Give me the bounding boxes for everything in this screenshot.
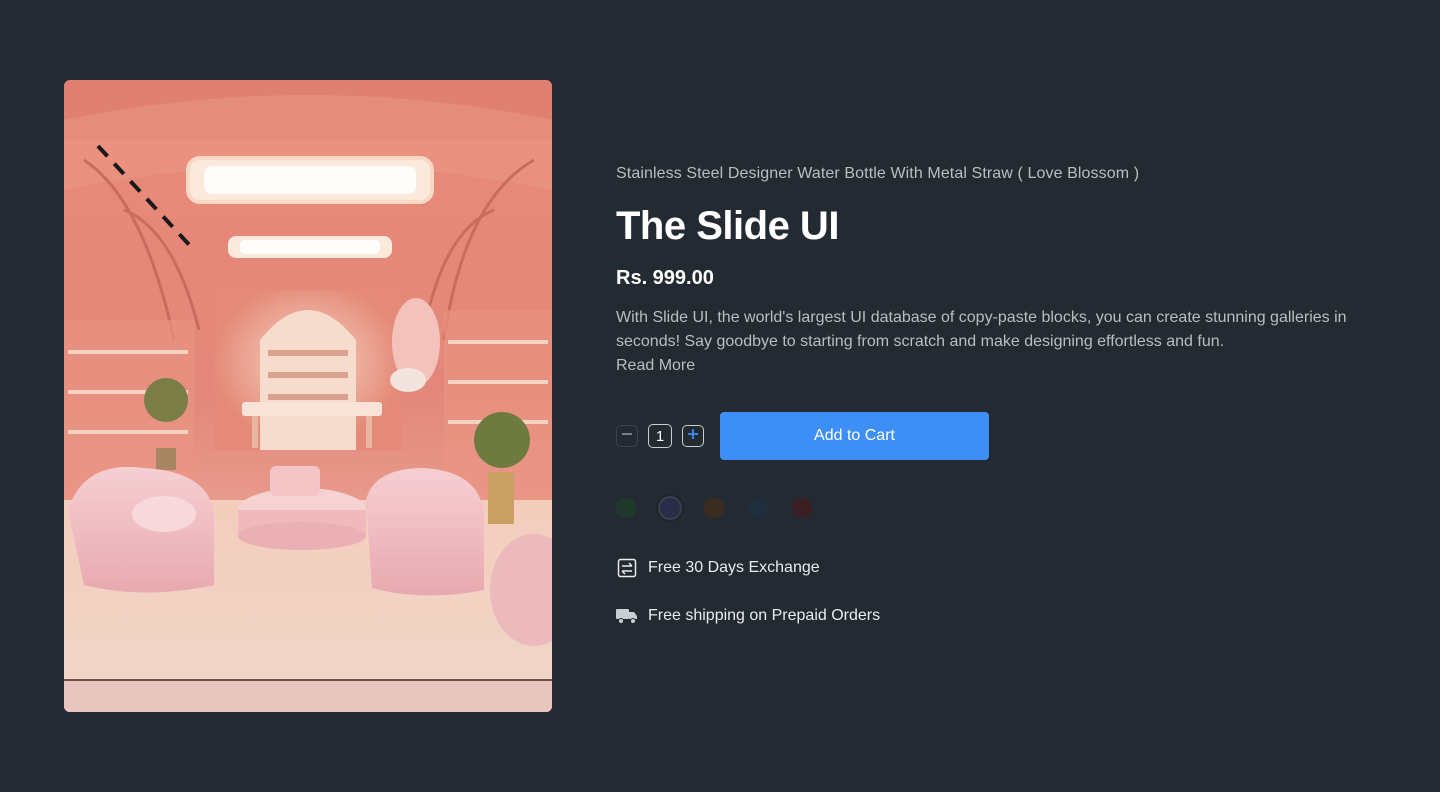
feature-exchange-text: Free 30 Days Exchange bbox=[648, 559, 820, 576]
feature-shipping-text: Free shipping on Prepaid Orders bbox=[648, 607, 881, 624]
color-swatch-1[interactable] bbox=[616, 498, 636, 518]
cart-row: 1 Add to Cart bbox=[616, 412, 1376, 460]
product-image bbox=[64, 80, 552, 712]
product-price: Rs. 999.00 bbox=[616, 267, 714, 289]
product-description: With Slide UI, the world's largest UI da… bbox=[616, 306, 1366, 378]
plus-icon bbox=[686, 427, 700, 446]
description-text: With Slide UI, the world's largest UI da… bbox=[616, 309, 1347, 350]
color-swatch-5[interactable] bbox=[792, 498, 812, 518]
quantity-value[interactable]: 1 bbox=[648, 424, 672, 448]
product-title: The Slide UI bbox=[616, 204, 839, 248]
read-more-link[interactable]: Read More bbox=[616, 357, 695, 374]
feature-shipping: Free shipping on Prepaid Orders bbox=[616, 604, 1376, 628]
add-to-cart-button[interactable]: Add to Cart bbox=[720, 412, 989, 460]
product-page: Stainless Steel Designer Water Bottle Wi… bbox=[0, 0, 1440, 792]
product-subtitle: Stainless Steel Designer Water Bottle Wi… bbox=[616, 165, 1140, 182]
increase-quantity-button[interactable] bbox=[682, 425, 704, 447]
decrease-quantity-button[interactable] bbox=[616, 425, 638, 447]
product-details: Stainless Steel Designer Water Bottle Wi… bbox=[616, 160, 1376, 628]
color-swatch-2[interactable] bbox=[658, 496, 682, 520]
color-swatch-4[interactable] bbox=[748, 498, 768, 518]
feature-exchange: Free 30 Days Exchange bbox=[616, 556, 1376, 580]
minus-icon bbox=[620, 427, 634, 446]
color-swatches bbox=[616, 494, 1376, 522]
color-swatch-3[interactable] bbox=[704, 498, 724, 518]
exchange-icon bbox=[616, 557, 638, 579]
truck-icon bbox=[616, 605, 638, 627]
